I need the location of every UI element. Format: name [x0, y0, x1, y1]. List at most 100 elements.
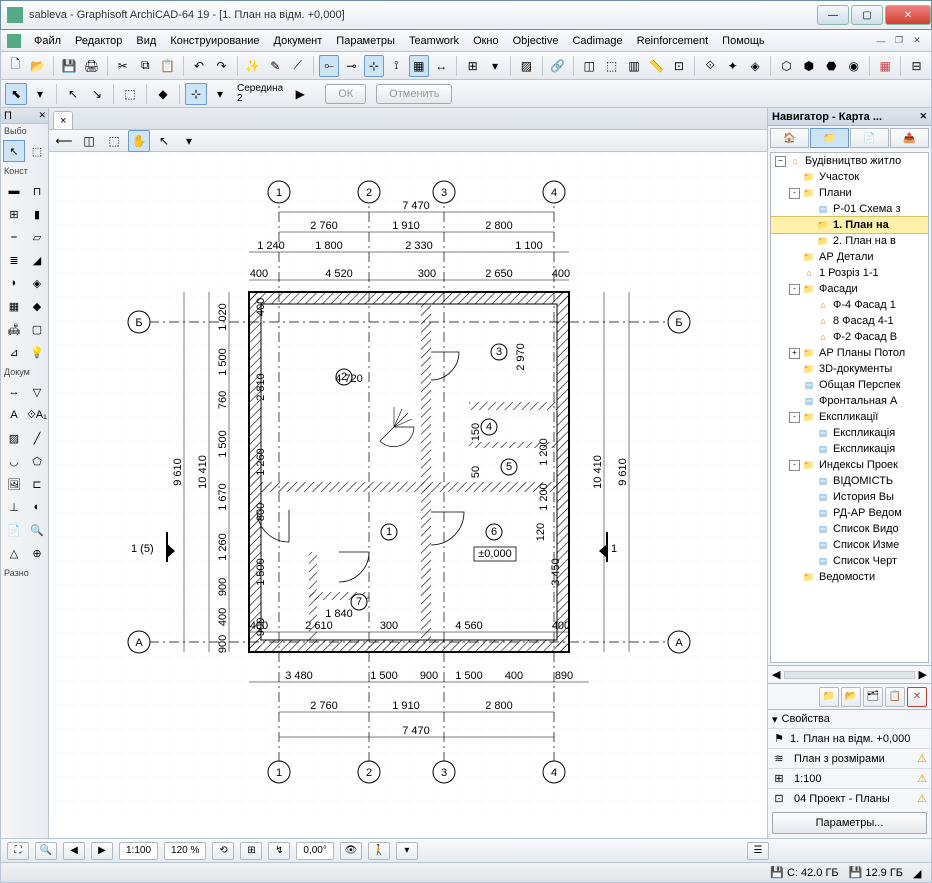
sb-fit-icon[interactable]: ⛶: [7, 842, 29, 860]
tab-close-icon[interactable]: ×: [60, 115, 66, 127]
morph-tool-icon[interactable]: ◆: [26, 295, 48, 317]
open-file-icon[interactable]: 📂: [27, 55, 47, 77]
menu-файл[interactable]: Файл: [27, 33, 68, 49]
menu-teamwork[interactable]: Teamwork: [402, 33, 466, 49]
beam-tool-icon[interactable]: ⎯: [3, 226, 25, 248]
sb-prev-icon[interactable]: ◀: [63, 842, 85, 860]
paste-icon[interactable]: 📋: [157, 55, 177, 77]
ie-tool-icon[interactable]: ◐: [26, 496, 48, 518]
arrow-tool-icon[interactable]: ↖: [3, 140, 25, 162]
canvas[interactable]: 2 3 4 5 1 6 7 ±0,000: [49, 152, 767, 838]
tool-l-icon[interactable]: ◉: [844, 55, 864, 77]
snap-2-icon[interactable]: ⊸: [341, 55, 361, 77]
vt-2-icon[interactable]: ◫: [78, 130, 100, 152]
tree-item[interactable]: -📁Фасади: [771, 281, 928, 297]
tree-item[interactable]: ▤Р-01 Схема з: [771, 201, 928, 217]
document-tab[interactable]: ×: [53, 111, 73, 129]
tool-b-icon[interactable]: ⬚: [601, 55, 621, 77]
sb-next-icon[interactable]: ▶: [91, 842, 113, 860]
tree-item[interactable]: ▤Експликація: [771, 425, 928, 441]
sb-person-icon[interactable]: 🚶: [368, 842, 390, 860]
palette-icon[interactable]: ▦: [875, 55, 895, 77]
tree-item[interactable]: ▤Список Изме: [771, 537, 928, 553]
scale-field[interactable]: 1:100: [119, 842, 158, 860]
nav-tab-project-icon[interactable]: 🏠: [770, 128, 809, 148]
zoom-field[interactable]: 120 %: [164, 842, 206, 860]
curtain-tool-icon[interactable]: ▦: [3, 295, 25, 317]
skylight-tool-icon[interactable]: ◈: [26, 272, 48, 294]
level-tool-icon[interactable]: ▽: [26, 381, 48, 403]
pencil-icon[interactable]: ✎: [265, 55, 285, 77]
snap-mid-dd-icon[interactable]: ▾: [209, 83, 231, 105]
tree-item[interactable]: 📁1. План на: [771, 217, 928, 233]
tree-item[interactable]: -📁Плани: [771, 185, 928, 201]
hatch-icon[interactable]: ▨: [516, 55, 536, 77]
maximize-button[interactable]: ▢: [851, 5, 883, 25]
detail-tool-icon[interactable]: 🔍: [26, 519, 48, 541]
tree-item[interactable]: ⌂Ф-2 Фасад В: [771, 329, 928, 345]
close-button[interactable]: ✕: [885, 5, 931, 25]
door-tool-icon[interactable]: ⊓: [26, 180, 48, 202]
snap-3-icon[interactable]: ⊹: [364, 55, 384, 77]
menu-вид[interactable]: Вид: [129, 33, 163, 49]
sb-dd-icon[interactable]: ▾: [396, 842, 418, 860]
elevation-tool-icon[interactable]: ⊥: [3, 496, 25, 518]
tool-i-icon[interactable]: ⬡: [776, 55, 796, 77]
object-tool-icon[interactable]: 🛋: [3, 318, 25, 340]
snap-4-icon[interactable]: ⟟: [386, 55, 406, 77]
snap-mid-icon[interactable]: ⊹: [185, 83, 207, 105]
tool-m-icon[interactable]: ⊟: [906, 55, 926, 77]
mdi-restore-button[interactable]: ❐: [891, 34, 907, 48]
nav-action-2-icon[interactable]: 📂: [841, 687, 861, 707]
sel-arrow-2-icon[interactable]: ↘: [86, 83, 108, 105]
tree-item[interactable]: +📁АР Планы Потол: [771, 345, 928, 361]
save-icon[interactable]: 💾: [59, 55, 79, 77]
menu-помощь[interactable]: Помощь: [715, 33, 772, 49]
tree-item[interactable]: ▤Список Видо: [771, 521, 928, 537]
tree-item[interactable]: ▤Експликація: [771, 441, 928, 457]
shell-tool-icon[interactable]: ◗: [3, 272, 25, 294]
tree-item[interactable]: ⌂Ф-4 Фасад 1: [771, 297, 928, 313]
tree-item[interactable]: 📁3D-документы: [771, 361, 928, 377]
new-file-icon[interactable]: 🗋: [5, 55, 25, 77]
snap-5-icon[interactable]: ▦: [409, 55, 429, 77]
tree-item[interactable]: -📁Експликації: [771, 409, 928, 425]
menu-конструирование[interactable]: Конструирование: [163, 33, 266, 49]
label-tool-icon[interactable]: ⟐A₁: [26, 404, 48, 426]
tree-item[interactable]: ▤Фронтальная А: [771, 393, 928, 409]
vt-6-icon[interactable]: ▾: [178, 130, 200, 152]
tree-item[interactable]: ▤Список Черт: [771, 553, 928, 569]
menu-cadimage[interactable]: Cadimage: [565, 33, 629, 49]
undo-icon[interactable]: ↶: [189, 55, 209, 77]
column-tool-icon[interactable]: ▮: [26, 203, 48, 225]
vt-5-icon[interactable]: ↖: [153, 130, 175, 152]
redo-icon[interactable]: ↷: [211, 55, 231, 77]
copy-icon[interactable]: ⧉: [135, 55, 155, 77]
marquee-icon[interactable]: ⬚: [119, 83, 141, 105]
toolbox-close-icon[interactable]: ✕: [38, 110, 46, 121]
magic-wand-icon[interactable]: ✨: [243, 55, 263, 77]
lamp-tool-icon[interactable]: 💡: [26, 341, 48, 363]
filter-icon[interactable]: ◆: [152, 83, 174, 105]
worksheet-tool-icon[interactable]: 📄: [3, 519, 25, 541]
tool-a-icon[interactable]: ◫: [579, 55, 599, 77]
fill-tool-icon[interactable]: ▨: [3, 427, 25, 449]
sb-grid-icon[interactable]: ⊞: [240, 842, 262, 860]
mesh-tool-icon[interactable]: ⊿: [3, 341, 25, 363]
play-icon[interactable]: ▶: [289, 83, 311, 105]
sb-eye-icon[interactable]: 👁: [340, 842, 362, 860]
cancel-button[interactable]: Отменить: [376, 84, 452, 104]
grid-icon[interactable]: ⊞: [462, 55, 482, 77]
mdi-close-button[interactable]: ✕: [909, 34, 925, 48]
nav-tab-viewmap-icon[interactable]: 📁: [810, 128, 849, 148]
nav-tab-publisher-icon[interactable]: 📤: [890, 128, 929, 148]
tool-j-icon[interactable]: ⬢: [799, 55, 819, 77]
property-row[interactable]: ⚑1.План на відм. +0,000: [768, 728, 931, 748]
navigator-tree[interactable]: −⌂ Будівництво житло 📁Участок-📁Плани▤Р-0…: [770, 152, 929, 663]
ruler-icon[interactable]: 📏: [646, 55, 666, 77]
print-icon[interactable]: 🖨: [81, 55, 101, 77]
vt-3-icon[interactable]: ⬚: [103, 130, 125, 152]
nav-action-3-icon[interactable]: 🗂: [863, 687, 883, 707]
sb-zoom-icon[interactable]: 🔍: [35, 842, 57, 860]
tree-item[interactable]: ▤История Вы: [771, 489, 928, 505]
